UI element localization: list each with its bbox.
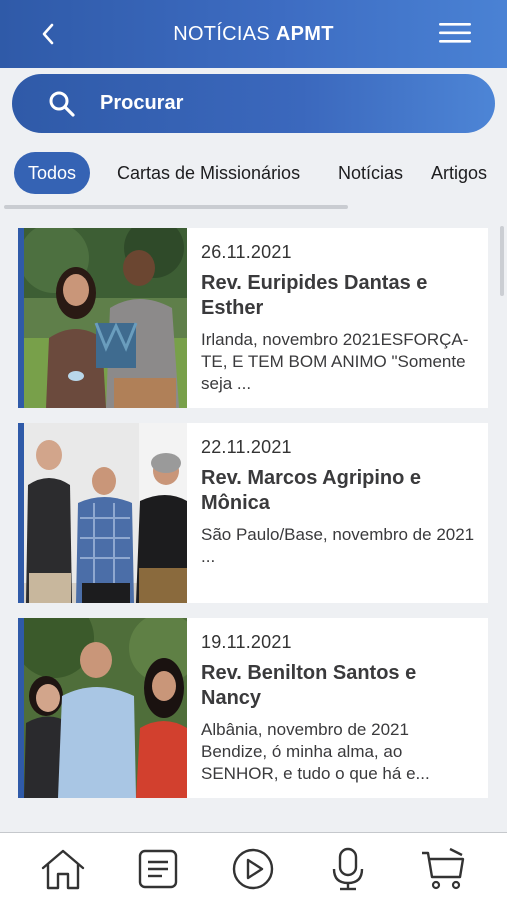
tab-noticias[interactable]: Notícias <box>338 152 403 194</box>
tabs-scrollbar[interactable] <box>4 205 348 209</box>
card-title: Rev. Euripides Dantas e Esther <box>201 272 428 319</box>
card-info: 26.11.2021 Rev. Euripides Dantas e Esthe… <box>187 228 488 408</box>
news-card[interactable]: 22.11.2021 Rev. Marcos Agripino e Mônica… <box>18 423 488 603</box>
card-excerpt: São Paulo/Base, novembro de 2021 ... <box>201 525 475 566</box>
app-header: NOTÍCIAS APMT <box>0 0 507 68</box>
home-icon[interactable] <box>39 847 87 891</box>
search-label: Procurar <box>100 92 184 114</box>
news-card[interactable]: 26.11.2021 Rev. Euripides Dantas e Esthe… <box>18 228 488 408</box>
chevron-left-icon[interactable] <box>36 20 60 48</box>
card-date: 19.11.2021 <box>201 632 292 652</box>
card-photo <box>24 423 187 603</box>
search-icon <box>48 90 76 118</box>
card-title: Rev. Marcos Agripino e Mônica <box>201 467 422 514</box>
category-tabs: Todos Cartas de Missionários Notícias Ar… <box>0 150 507 209</box>
page-title: NOTÍCIAS APMT <box>173 23 334 46</box>
card-info: 19.11.2021 Rev. Benilton Santos e Nancy … <box>187 618 488 798</box>
tab-cartas-de-missionarios[interactable]: Cartas de Missionários <box>117 152 300 194</box>
card-date: 26.11.2021 <box>201 242 292 262</box>
document-icon[interactable] <box>134 847 182 891</box>
play-icon[interactable] <box>229 847 277 891</box>
card-date: 22.11.2021 <box>201 437 292 457</box>
card-info: 22.11.2021 Rev. Marcos Agripino e Mônica… <box>187 423 488 603</box>
microphone-icon[interactable] <box>324 847 372 891</box>
cart-icon[interactable] <box>419 847 467 891</box>
list-scrollbar[interactable] <box>500 226 504 296</box>
card-title: Rev. Benilton Santos e Nancy <box>201 662 417 709</box>
news-card[interactable]: 19.11.2021 Rev. Benilton Santos e Nancy … <box>18 618 488 798</box>
card-photo <box>24 618 187 798</box>
hamburger-menu-icon[interactable] <box>439 22 471 44</box>
card-excerpt: Albânia, novembro de 2021 Bendize, ó min… <box>201 720 430 783</box>
card-photo <box>24 228 187 408</box>
title-prefix: NOTÍCIAS <box>173 22 271 45</box>
tab-artigos[interactable]: Artigos <box>431 152 487 194</box>
title-bold: APMT <box>275 22 334 45</box>
tab-todos[interactable]: Todos <box>14 152 91 194</box>
bottom-tab-bar <box>0 832 507 900</box>
search-bar[interactable]: Procurar <box>12 74 495 133</box>
card-excerpt: Irlanda, novembro 2021ESFORÇA-TE, E TEM … <box>201 330 469 393</box>
